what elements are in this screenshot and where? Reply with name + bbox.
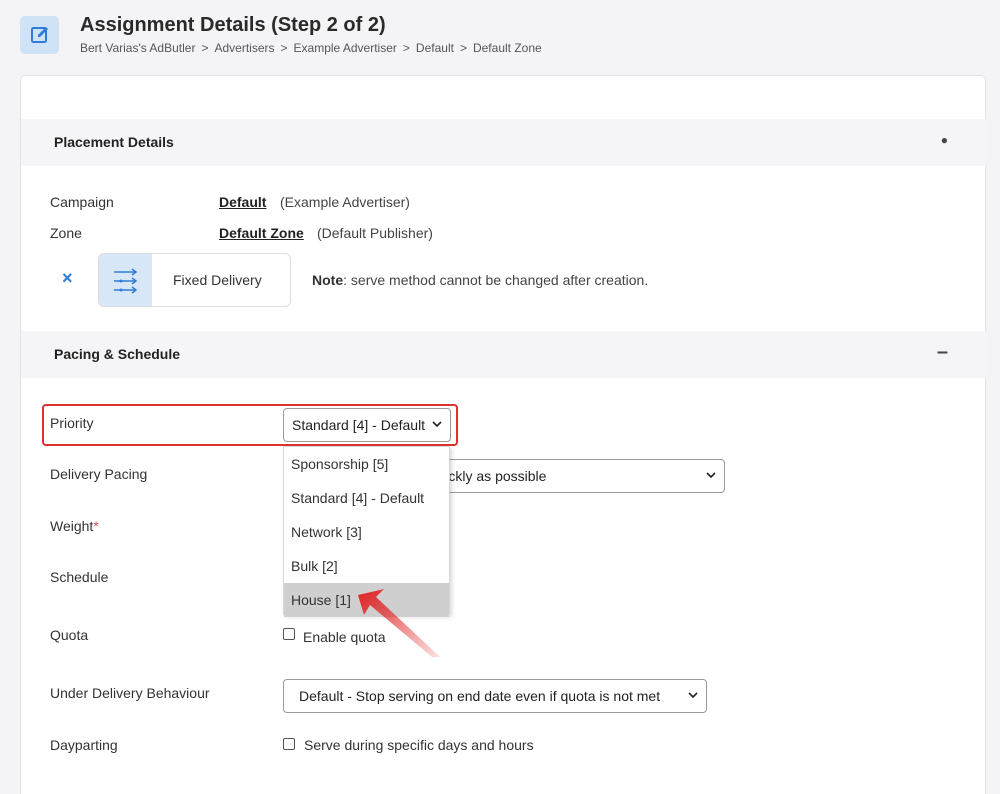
zone-link[interactable]: Default Zone [219,225,304,241]
dayparting-checkbox-label[interactable]: Serve during specific days and hours [304,737,534,753]
serve-method-note: Note: serve method cannot be changed aft… [312,272,648,288]
breadcrumb-item[interactable]: Advertisers [214,41,274,55]
chevron-down-icon [688,690,698,702]
breadcrumb-item[interactable]: Bert Varias's AdButler [80,41,195,55]
edit-icon [20,16,59,54]
priority-option[interactable]: Network [3] [284,515,449,549]
campaign-link[interactable]: Default [219,194,266,210]
campaign-owner: (Example Advertiser) [280,194,410,210]
dayparting-checkbox[interactable] [283,738,295,750]
weight-label-text: Weight [50,518,94,534]
breadcrumb-separator: > [280,41,288,55]
annotation-arrow-icon [350,585,450,665]
fixed-delivery-icon [99,254,152,306]
priority-option[interactable]: Bulk [2] [284,549,449,583]
page-header: Assignment Details (Step 2 of 2) Bert Va… [0,0,1000,70]
remove-delivery-icon[interactable]: × [62,268,73,289]
weight-label: Weight* [50,518,99,534]
quota-label: Quota [50,627,89,643]
section-title: Pacing & Schedule [54,346,181,362]
zone-owner: (Default Publisher) [317,225,433,241]
delivery-pacing-label: Delivery Pacing [50,466,148,482]
pacing-section-header[interactable]: Pacing & Schedule – [21,331,986,378]
enable-quota-checkbox[interactable] [283,628,295,640]
page-title: Assignment Details (Step 2 of 2) [80,14,386,36]
breadcrumb-separator: > [402,41,410,55]
dayparting-label: Dayparting [50,737,118,753]
placement-section-header[interactable]: Placement Details ● [21,119,986,166]
collapse-minus-icon[interactable]: – [937,341,948,364]
collapse-dot-icon[interactable]: ● [941,133,948,147]
required-asterisk: * [93,518,99,534]
under-delivery-label: Under Delivery Behaviour [50,685,210,701]
priority-option[interactable]: Sponsorship [5] [284,447,449,481]
section-title: Placement Details [54,134,174,150]
campaign-label: Campaign [50,194,114,210]
under-delivery-select[interactable]: Default - Stop serving on end date even … [283,679,707,713]
delivery-method-card[interactable]: Fixed Delivery [98,253,291,307]
priority-highlight-box [42,404,458,446]
breadcrumb-separator: > [201,41,209,55]
priority-option[interactable]: Standard [4] - Default [284,481,449,515]
breadcrumb-separator: > [459,41,467,55]
chevron-down-icon [706,470,716,482]
delivery-method-label: Fixed Delivery [173,272,262,288]
breadcrumb-item[interactable]: Default Zone [473,41,542,55]
schedule-label: Schedule [50,569,109,585]
under-delivery-value: Default - Stop serving on end date even … [299,688,661,704]
zone-label: Zone [50,225,82,241]
breadcrumb-item[interactable]: Default [416,41,454,55]
breadcrumb: Bert Varias's AdButler > Advertisers > E… [80,41,542,55]
note-bold: Note [312,272,344,288]
note-text: : serve method cannot be changed after c… [343,272,649,288]
breadcrumb-item[interactable]: Example Advertiser [294,41,397,55]
